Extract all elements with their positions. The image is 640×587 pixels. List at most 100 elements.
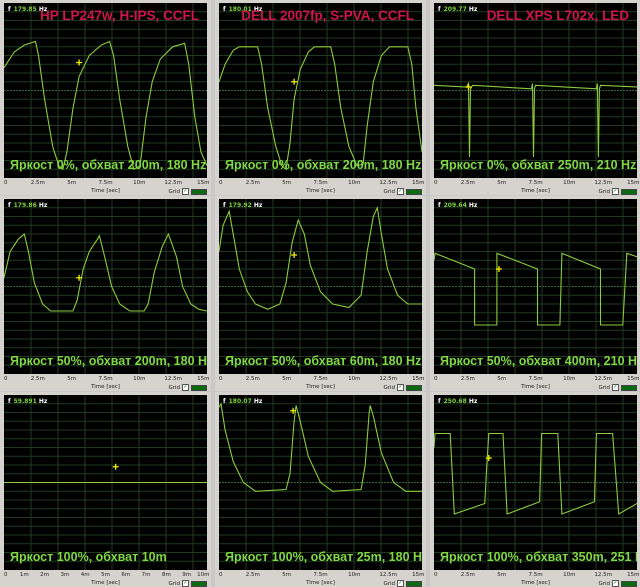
- x-tick-label: 7.5m: [528, 180, 543, 186]
- x-tick-label: 0: [219, 180, 223, 186]
- x-tick-label: 7.5m: [313, 180, 328, 186]
- grid-checkbox[interactable]: ✓: [397, 580, 404, 587]
- scope-plot[interactable]: f 209.77 Hz DELL XPS L702x, LED Яркост 0%, …: [434, 3, 637, 178]
- scope-panel: f 250.68 Hz Яркост 100%, обхват 350m, 251 …: [430, 392, 640, 587]
- scope-panel: f 209.77 Hz DELL XPS L702x, LED Яркост 0%, …: [430, 0, 640, 195]
- freq-value: 180.07: [228, 398, 252, 405]
- x-tick-label: 5m: [282, 180, 292, 186]
- grid-label: Grid: [598, 188, 610, 195]
- x-tick-label: 0: [434, 572, 438, 578]
- grid-checkbox[interactable]: ✓: [182, 188, 189, 195]
- grid-toggle[interactable]: Grid ✓: [168, 384, 207, 391]
- x-tick-label: 0: [4, 180, 8, 186]
- waveform-chart: [219, 199, 422, 374]
- x-tick-label: 6m: [121, 572, 131, 578]
- grid-label: Grid: [598, 580, 610, 587]
- x-tick-label: 2m: [40, 572, 50, 578]
- grid-label: Grid: [383, 188, 395, 195]
- x-tick-label: 5m: [67, 376, 77, 382]
- x-tick-label: 12.5m: [594, 572, 612, 578]
- waveform-chart: [434, 395, 637, 570]
- waveform-chart: [219, 3, 422, 178]
- scope-plot[interactable]: f 59.891 Hz Яркост 100%, обхват 10m: [4, 395, 207, 570]
- grid-color-swatch[interactable]: [621, 580, 637, 587]
- x-tick-label: 7m: [141, 572, 151, 578]
- grid-color-swatch[interactable]: [406, 580, 422, 587]
- grid-color-swatch[interactable]: [406, 384, 422, 391]
- scope-plot[interactable]: f 179.86 Hz Яркост 50%, обхват 200m, 180 H…: [4, 199, 207, 374]
- grid-toggle[interactable]: Grid ✓: [168, 188, 207, 195]
- freq-label: f: [223, 6, 226, 13]
- grid-toggle[interactable]: Grid ✓: [598, 188, 637, 195]
- scope-plot[interactable]: f 209.64 Hz Яркост 50%, обхват 400m, 210 H…: [434, 199, 637, 374]
- grid-toggle[interactable]: Grid ✓: [383, 384, 422, 391]
- grid-color-swatch[interactable]: [406, 188, 422, 195]
- waveform-chart: [434, 3, 637, 178]
- x-tick-label: 7.5m: [313, 572, 328, 578]
- grid-toggle[interactable]: Grid ✓: [598, 580, 637, 587]
- grid-checkbox[interactable]: ✓: [397, 384, 404, 391]
- x-tick-label: 3m: [60, 572, 70, 578]
- freq-value: 250.68: [443, 398, 467, 405]
- x-tick-label: 2.5m: [245, 180, 260, 186]
- x-tick-label: 15m: [197, 376, 210, 382]
- grid-color-swatch[interactable]: [191, 580, 207, 587]
- x-tick-label: 1m: [19, 572, 29, 578]
- scope-panel: f 180.01 Hz DELL 2007fp, S-PVA, CCFL Яркост…: [215, 0, 426, 195]
- grid-color-swatch[interactable]: [621, 188, 637, 195]
- measurement-caption: Яркост 0%, обхват 200m, 180 Hz: [225, 158, 422, 172]
- x-tick-label: 12.5m: [594, 376, 612, 382]
- measurement-caption: Яркост 50%, обхват 200m, 180 Hz: [10, 354, 207, 368]
- freq-value: 179.85: [13, 6, 37, 13]
- x-tick-label: 5m: [282, 572, 292, 578]
- x-tick-label: 0: [4, 376, 8, 382]
- x-tick-label: 5m: [101, 572, 110, 578]
- x-tick-label: 2.5m: [245, 376, 260, 382]
- grid-checkbox[interactable]: ✓: [182, 384, 189, 391]
- grid-color-swatch[interactable]: [191, 188, 207, 195]
- scope-plot[interactable]: f 179.85 Hz HP LP247w, H-IPS, CCFL Яркост 0…: [4, 3, 207, 178]
- x-tick-label: 0: [219, 376, 223, 382]
- grid-label: Grid: [383, 384, 395, 391]
- freq-value: 209.77: [443, 6, 467, 13]
- x-tick-label: 12.5m: [164, 180, 182, 186]
- grid-checkbox[interactable]: ✓: [612, 580, 619, 587]
- grid-toggle[interactable]: Grid ✓: [598, 384, 637, 391]
- grid-label: Grid: [598, 384, 610, 391]
- signal-trace: [4, 40, 207, 171]
- grid-toggle[interactable]: Grid ✓: [168, 580, 207, 587]
- crosshair-cursor-icon[interactable]: [291, 252, 298, 258]
- crosshair-cursor-icon[interactable]: [291, 78, 298, 85]
- signal-trace: [219, 205, 422, 310]
- x-tick-label: 8m: [161, 572, 171, 578]
- freq-unit: Hz: [38, 398, 48, 405]
- x-tick-label: 12.5m: [594, 180, 612, 186]
- grid-toggle[interactable]: Grid ✓: [383, 580, 422, 587]
- grid-checkbox[interactable]: ✓: [612, 384, 619, 391]
- freq-unit: Hz: [468, 202, 478, 209]
- x-tick-label: 10m: [563, 376, 576, 382]
- x-tick-label: 2.5m: [460, 376, 475, 382]
- scope-plot[interactable]: f 180.01 Hz DELL 2007fp, S-PVA, CCFL Яркост…: [219, 3, 422, 178]
- x-tick-label: 7.5m: [528, 376, 543, 382]
- grid-label: Grid: [168, 188, 180, 195]
- x-tick-label: 5m: [497, 180, 507, 186]
- x-tick-label: 5m: [67, 180, 77, 186]
- x-tick-label: 10m: [563, 180, 576, 186]
- grid-checkbox[interactable]: ✓: [397, 188, 404, 195]
- scope-plot[interactable]: f 180.07 Hz Яркост 100%, обхват 25m, 180 H…: [219, 395, 422, 570]
- measurement-caption: Яркост 0%, обхват 250m, 210 Hz: [440, 158, 637, 172]
- monitor-title: DELL 2007fp, S-PVA, CCFL: [241, 8, 414, 23]
- scope-plot[interactable]: f 179.92 Hz Яркост 50%, обхват 60m, 180 Hz: [219, 199, 422, 374]
- freq-label: f: [8, 202, 11, 209]
- x-tick-label: 2.5m: [460, 572, 475, 578]
- scope-plot[interactable]: f 250.68 Hz Яркост 100%, обхват 350m, 251 …: [434, 395, 637, 570]
- grid-toggle[interactable]: Grid ✓: [383, 188, 422, 195]
- grid-checkbox[interactable]: ✓: [182, 580, 189, 587]
- grid-checkbox[interactable]: ✓: [612, 188, 619, 195]
- x-tick-label: 10m: [197, 572, 210, 578]
- x-tick-label: 0: [434, 180, 438, 186]
- grid-color-swatch[interactable]: [621, 384, 637, 391]
- grid-color-swatch[interactable]: [191, 384, 207, 391]
- measurement-caption: Яркост 50%, обхват 60m, 180 Hz: [225, 354, 422, 368]
